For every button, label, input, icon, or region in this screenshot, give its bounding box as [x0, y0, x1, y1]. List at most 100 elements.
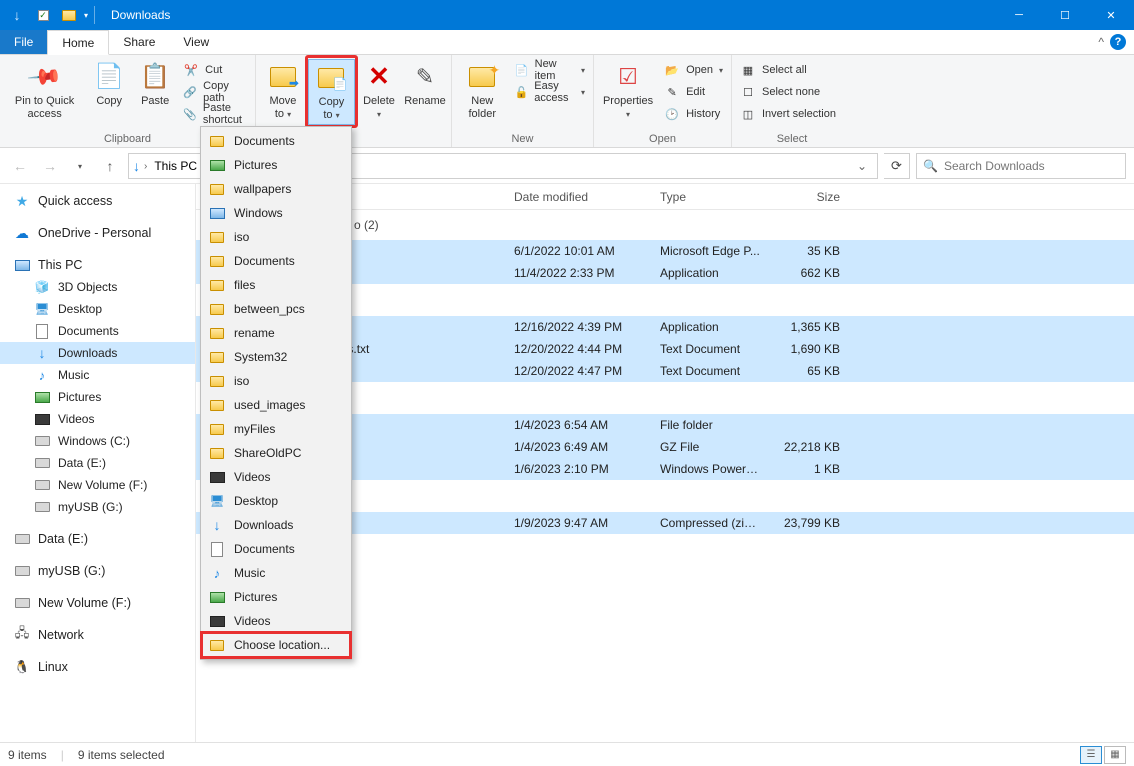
move-to-button[interactable]: ➡ Move to ▾: [260, 59, 306, 123]
dropdown-item[interactable]: Videos: [202, 465, 350, 489]
dropdown-item[interactable]: ♪Music: [202, 561, 350, 585]
col-size[interactable]: Size: [770, 190, 848, 204]
tab-view[interactable]: View: [169, 30, 223, 54]
cut-button[interactable]: ✂️Cut: [179, 59, 251, 81]
properties-button[interactable]: ☑ Properties▾: [598, 59, 658, 123]
address-dropdown-icon[interactable]: ⌄: [851, 159, 873, 173]
new-item-button[interactable]: 📄New item ▾: [511, 59, 589, 81]
dropdown-item[interactable]: Documents: [202, 129, 350, 153]
nav-quick-access[interactable]: ★Quick access: [0, 190, 195, 212]
up-button[interactable]: ↑: [98, 154, 122, 178]
qat-dropdown-icon[interactable]: ↓: [6, 4, 28, 26]
nav-this-pc[interactable]: This PC: [0, 254, 195, 276]
nav-documents[interactable]: Documents: [0, 320, 195, 342]
tab-share[interactable]: Share: [109, 30, 169, 54]
dropdown-item-label: Windows: [234, 206, 283, 220]
select-all-button[interactable]: ▦Select all: [736, 59, 840, 81]
copy-button[interactable]: 📄 Copy: [87, 59, 131, 110]
minimize-button[interactable]: ─: [996, 0, 1042, 30]
dropdown-item[interactable]: wallpapers: [202, 177, 350, 201]
nav-new-volume-f[interactable]: New Volume (F:): [0, 474, 195, 496]
select-none-button[interactable]: ☐Select none: [736, 81, 840, 103]
copy-to-button[interactable]: 📄 Copy to ▾: [308, 59, 355, 125]
edit-button[interactable]: ✎Edit: [660, 81, 727, 103]
nav-videos[interactable]: Videos: [0, 408, 195, 430]
dropdown-item[interactable]: 🖥Desktop: [202, 489, 350, 513]
nav-data-e2[interactable]: Data (E:): [0, 528, 195, 550]
dropdown-item[interactable]: files: [202, 273, 350, 297]
details-view-button[interactable]: ☰: [1080, 746, 1102, 764]
dropdown-item-label: Pictures: [234, 158, 277, 172]
nav-new-volume-f2[interactable]: New Volume (F:): [0, 592, 195, 614]
dropdown-item[interactable]: Pictures: [202, 153, 350, 177]
folder-icon: [208, 420, 226, 438]
new-folder-button[interactable]: ✦ New folder: [456, 59, 509, 123]
dropdown-item[interactable]: rename: [202, 321, 350, 345]
dropdown-item[interactable]: Documents: [202, 537, 350, 561]
nav-myusb-g2[interactable]: myUSB (G:): [0, 560, 195, 582]
address-bar-row: ← → ▾ ↑ ↓ › This PC › ⌄ ⟳ 🔍 Search Downl…: [0, 148, 1134, 184]
nav-windows-c[interactable]: Windows (C:): [0, 430, 195, 452]
history-button[interactable]: 🕑History: [660, 103, 727, 125]
nav-downloads[interactable]: ↓Downloads: [0, 342, 195, 364]
dropdown-item[interactable]: Documents: [202, 249, 350, 273]
easy-access-button[interactable]: 🔓Easy access ▾: [511, 81, 589, 103]
nav-music[interactable]: ♪Music: [0, 364, 195, 386]
file-size: 1,690 KB: [770, 342, 848, 356]
dropdown-item[interactable]: Videos: [202, 609, 350, 633]
pin-to-quick-access-button[interactable]: 📌 Pin to Quick access: [4, 59, 85, 123]
close-button[interactable]: ✕: [1088, 0, 1134, 30]
paste-label: Paste: [141, 95, 169, 108]
nav-3d-objects[interactable]: 🧊3D Objects: [0, 276, 195, 298]
dropdown-item[interactable]: myFiles: [202, 417, 350, 441]
qat-newfolder-icon[interactable]: [58, 4, 80, 26]
col-type[interactable]: Type: [652, 190, 770, 204]
dropdown-item-label: iso: [234, 230, 249, 244]
dropdown-item[interactable]: iso: [202, 369, 350, 393]
dropdown-item[interactable]: Windows: [202, 201, 350, 225]
nav-linux[interactable]: 🐧Linux: [0, 656, 195, 678]
icons-view-button[interactable]: ▦: [1104, 746, 1126, 764]
collapse-ribbon-icon[interactable]: ^: [1098, 35, 1104, 49]
file-size: 23,799 KB: [770, 516, 848, 530]
dropdown-item[interactable]: Pictures: [202, 585, 350, 609]
maximize-button[interactable]: ☐: [1042, 0, 1088, 30]
choose-location-item[interactable]: Choose location...: [202, 633, 350, 657]
copy-path-button[interactable]: 🔗Copy path: [179, 81, 251, 103]
rename-button[interactable]: ✎ Rename: [403, 59, 447, 110]
dropdown-item[interactable]: ↓Downloads: [202, 513, 350, 537]
nav-network[interactable]: 🖧Network: [0, 624, 195, 646]
dropdown-item-label: Videos: [234, 614, 270, 628]
copy-label: Copy: [96, 95, 122, 108]
paste-button[interactable]: 📋 Paste: [133, 59, 177, 110]
crumb-this-pc[interactable]: This PC: [151, 159, 200, 173]
file-date: 12/20/2022 4:47 PM: [506, 364, 652, 378]
tab-file[interactable]: File: [0, 30, 47, 54]
open-button[interactable]: 📂Open ▾: [660, 59, 727, 81]
nav-pictures[interactable]: Pictures: [0, 386, 195, 408]
file-size: 662 KB: [770, 266, 848, 280]
refresh-button[interactable]: ⟳: [884, 153, 910, 179]
forward-button[interactable]: →: [38, 154, 62, 178]
dropdown-item[interactable]: used_images: [202, 393, 350, 417]
search-box[interactable]: 🔍 Search Downloads: [916, 153, 1126, 179]
nav-onedrive[interactable]: ☁OneDrive - Personal: [0, 222, 195, 244]
nav-data-e[interactable]: Data (E:): [0, 452, 195, 474]
dropdown-item[interactable]: ShareOldPC: [202, 441, 350, 465]
dropdown-item[interactable]: between_pcs: [202, 297, 350, 321]
qat-properties-icon[interactable]: ✓: [32, 4, 54, 26]
recent-locations-button[interactable]: ▾: [68, 154, 92, 178]
copy-to-dropdown: Documents Pictures wallpapers Windows iso Doc…: [200, 126, 352, 660]
chevron-icon[interactable]: ›: [144, 161, 147, 172]
delete-button[interactable]: ✕ Delete▾: [357, 59, 401, 123]
paste-shortcut-button[interactable]: 📎Paste shortcut: [179, 103, 251, 125]
back-button[interactable]: ←: [8, 154, 32, 178]
invert-selection-button[interactable]: ◫Invert selection: [736, 103, 840, 125]
nav-desktop[interactable]: 🖥Desktop: [0, 298, 195, 320]
help-icon[interactable]: ?: [1110, 34, 1126, 50]
dropdown-item[interactable]: iso: [202, 225, 350, 249]
dropdown-item[interactable]: System32: [202, 345, 350, 369]
nav-myusb-g[interactable]: myUSB (G:): [0, 496, 195, 518]
col-date[interactable]: Date modified: [506, 190, 652, 204]
tab-home[interactable]: Home: [47, 30, 109, 55]
